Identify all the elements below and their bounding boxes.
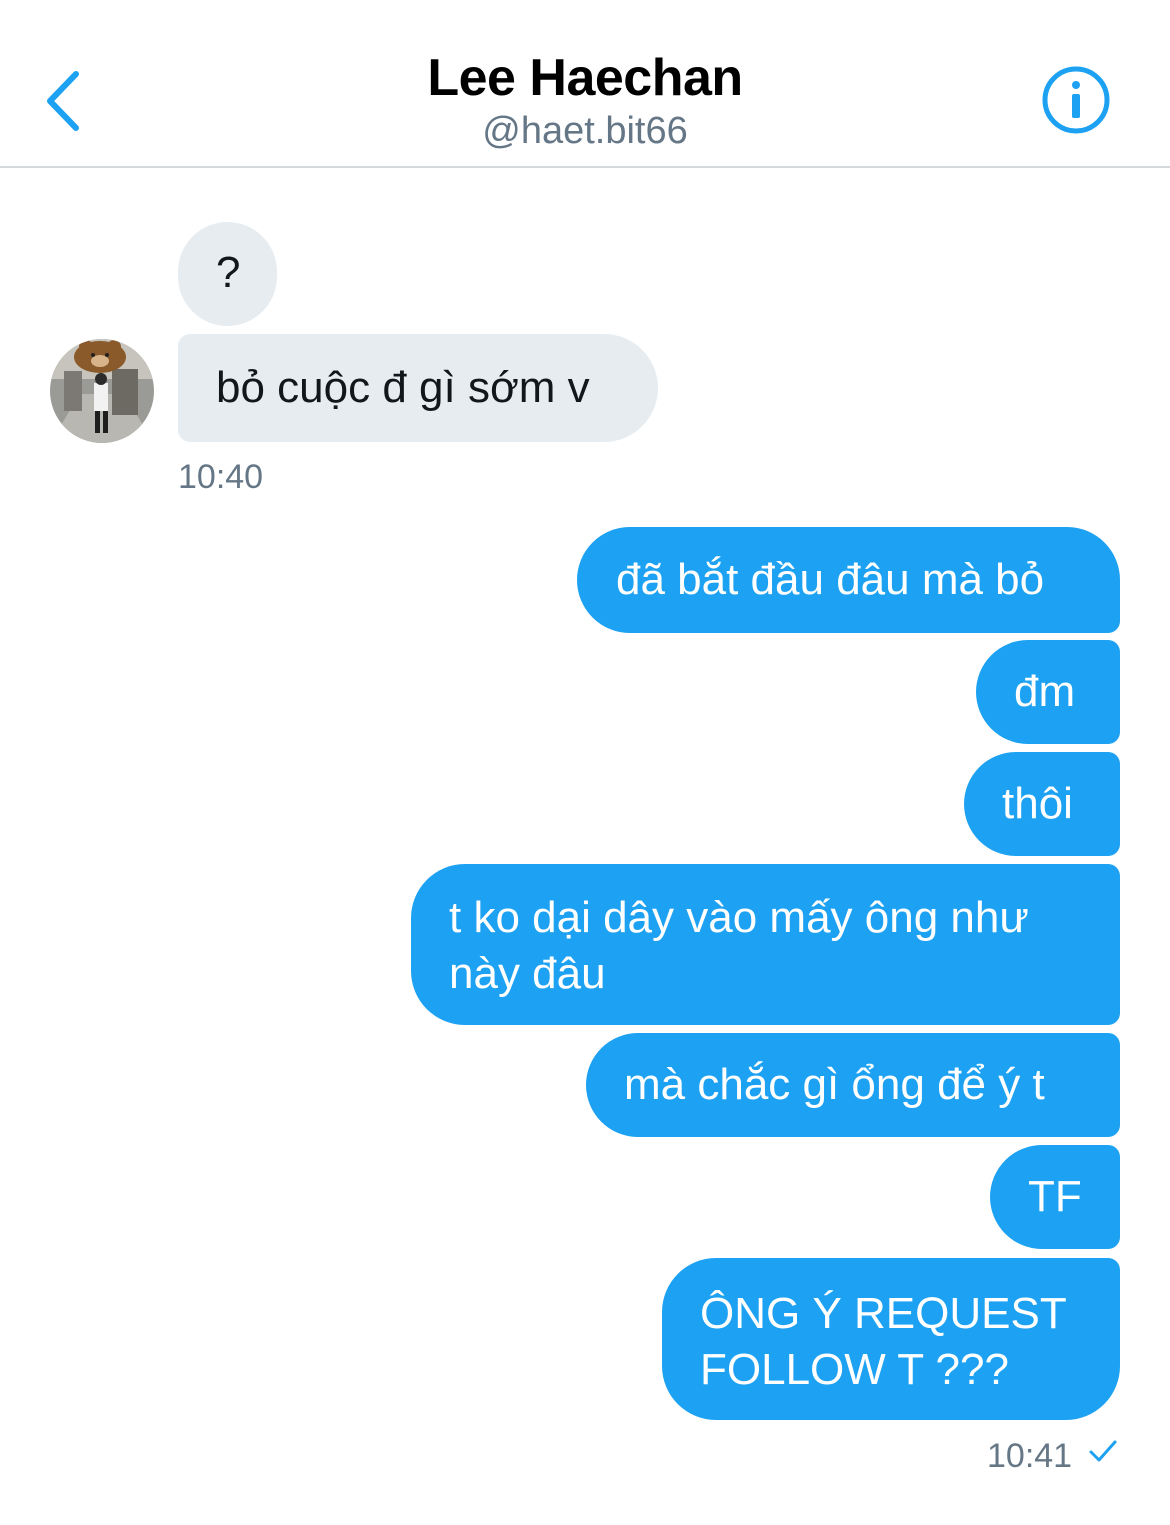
sent-message-bubble[interactable]: TF bbox=[990, 1145, 1120, 1249]
received-timestamp: 10:40 bbox=[178, 458, 264, 496]
conversation-title[interactable]: Lee Haechan bbox=[0, 48, 1170, 108]
conversation-header: Lee Haechan @haet.bit66 bbox=[0, 0, 1170, 168]
message-text-line: ÔNG Ý REQUEST bbox=[700, 1289, 1067, 1338]
message-text: đm bbox=[1014, 667, 1076, 716]
message-text-line: t ko dại dây vào mấy ông như bbox=[449, 893, 1029, 942]
message-text-line: FOLLOW T ??? bbox=[700, 1345, 1009, 1394]
sent-timestamp: 10:41 bbox=[987, 1437, 1073, 1475]
avatar[interactable] bbox=[50, 339, 154, 443]
message-text: ? bbox=[216, 248, 241, 297]
check-icon bbox=[1089, 1440, 1117, 1462]
sent-message-bubble[interactable]: t ko dại dây vào mấy ông như này đâu bbox=[411, 864, 1120, 1025]
sent-message-bubble[interactable]: ÔNG Ý REQUEST FOLLOW T ??? bbox=[662, 1258, 1120, 1420]
message-text-line: này đâu bbox=[449, 949, 606, 998]
info-icon bbox=[1042, 66, 1110, 134]
sent-message-bubble[interactable]: đã bắt đầu đâu mà bỏ bbox=[577, 527, 1120, 633]
message-text: TF bbox=[1028, 1172, 1082, 1221]
message-text: thôi bbox=[1002, 779, 1073, 828]
sent-message-bubble[interactable]: mà chắc gì ổng để ý t bbox=[586, 1033, 1120, 1137]
info-button[interactable] bbox=[1040, 64, 1112, 136]
conversation-handle[interactable]: @haet.bit66 bbox=[0, 110, 1170, 153]
message-text: mà chắc gì ổng để ý t bbox=[624, 1060, 1045, 1109]
message-text: bỏ cuộc đ gì sớm v bbox=[216, 363, 590, 412]
message-text: đã bắt đầu đâu mà bỏ bbox=[616, 555, 1045, 604]
avatar-photo bbox=[50, 339, 154, 443]
sent-message-bubble[interactable]: đm bbox=[976, 640, 1120, 744]
sent-message-bubble[interactable]: thôi bbox=[964, 752, 1120, 856]
received-message-bubble[interactable]: bỏ cuộc đ gì sớm v bbox=[178, 334, 658, 442]
received-message-bubble[interactable]: ? bbox=[178, 222, 277, 326]
